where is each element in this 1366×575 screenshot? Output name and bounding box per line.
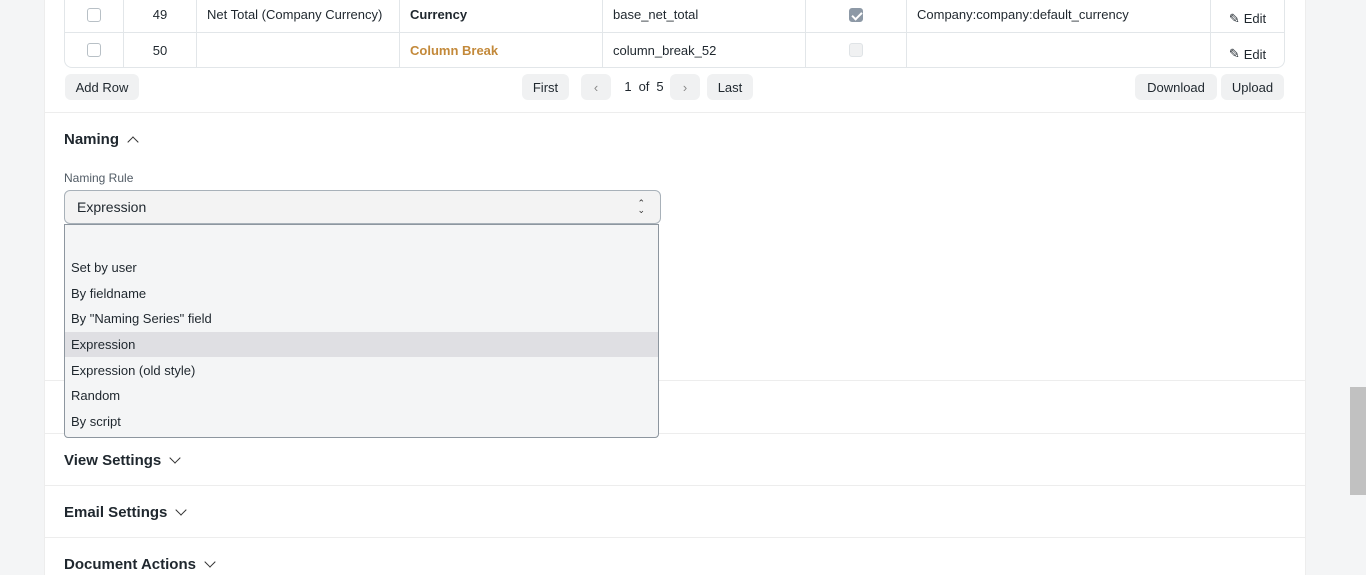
dropdown-option-selected[interactable]: Expression — [65, 331, 658, 358]
table-row[interactable]: 49 Net Total (Company Currency) Currency… — [65, 0, 1284, 32]
dropdown-option[interactable]: By fieldname — [65, 281, 658, 307]
dropdown-option[interactable]: Random — [65, 383, 658, 409]
pencil-icon: ✎ — [1228, 46, 1240, 61]
fieldname-cell[interactable]: column_break_52 — [603, 33, 806, 67]
row-number: 50 — [124, 33, 197, 67]
fieldname-cell[interactable]: base_net_total — [603, 0, 806, 32]
naming-section-header[interactable]: Naming — [64, 131, 139, 148]
dropdown-option[interactable]: By "Naming Series" field — [65, 306, 658, 332]
mandatory-checkbox[interactable] — [849, 43, 863, 57]
table-row[interactable]: 50 Column Break column_break_52 ✎ Edit — [65, 32, 1284, 67]
view-settings-section-header[interactable]: View Settings — [64, 452, 181, 469]
field-label-cell[interactable] — [197, 33, 400, 67]
last-page-button[interactable]: Last — [707, 74, 753, 100]
dropdown-option[interactable]: Expression (old style) — [65, 357, 658, 383]
chevron-up-icon — [127, 135, 139, 148]
options-cell[interactable]: Company:company:default_currency — [907, 0, 1211, 32]
current-page[interactable]: 1 — [624, 79, 631, 94]
field-type-cell[interactable]: Column Break — [400, 33, 603, 67]
chevron-down-icon — [169, 452, 181, 464]
dropdown-option[interactable]: By script — [65, 409, 658, 435]
row-number: 49 — [124, 0, 197, 32]
fields-grid: 49 Net Total (Company Currency) Currency… — [64, 0, 1285, 68]
edit-row-button[interactable]: ✎ Edit — [1229, 11, 1266, 27]
document-actions-section-header[interactable]: Document Actions — [64, 556, 216, 573]
field-label-cell[interactable]: Net Total (Company Currency) — [197, 0, 400, 32]
dropdown-option[interactable]: Set by user — [65, 255, 658, 281]
page-indicator: 1 of 5 — [614, 79, 674, 94]
section-divider — [45, 537, 1305, 538]
options-cell[interactable] — [907, 33, 1211, 67]
page-of-label: of — [638, 79, 650, 94]
naming-rule-label: Naming Rule — [64, 171, 134, 185]
naming-rule-dropdown[interactable]: Set by user By fieldname By "Naming Seri… — [64, 224, 659, 438]
select-arrows-icon: ⌃ ⌄ — [637, 198, 645, 215]
row-select-checkbox[interactable] — [87, 7, 101, 22]
row-select-checkbox[interactable] — [87, 43, 101, 57]
email-settings-title: Email Settings — [64, 504, 168, 521]
add-row-button[interactable]: Add Row — [65, 74, 139, 100]
document-actions-title: Document Actions — [64, 556, 196, 573]
page-scrollbar[interactable] — [1350, 387, 1366, 495]
naming-rule-select[interactable]: Expression ⌃ ⌄ — [64, 190, 661, 224]
email-settings-section-header[interactable]: Email Settings — [64, 504, 188, 521]
field-type-cell[interactable]: Currency — [400, 0, 603, 32]
download-button[interactable]: Download — [1135, 74, 1217, 100]
naming-section-title: Naming — [64, 131, 120, 148]
naming-rule-value: Expression — [77, 199, 147, 215]
view-settings-title: View Settings — [64, 452, 162, 469]
total-pages: 5 — [656, 79, 664, 94]
pencil-icon: ✎ — [1228, 10, 1240, 26]
chevron-down-icon — [175, 504, 188, 516]
edit-row-button[interactable]: ✎ Edit — [1229, 46, 1266, 62]
chevron-down-icon — [204, 556, 216, 568]
next-page-button[interactable]: › — [670, 74, 700, 100]
prev-page-button[interactable]: ‹ — [581, 74, 611, 100]
section-divider — [45, 112, 1305, 113]
upload-button[interactable]: Upload — [1221, 74, 1284, 100]
mandatory-checkbox[interactable] — [849, 7, 863, 22]
section-divider — [45, 485, 1305, 486]
first-page-button[interactable]: First — [522, 74, 569, 100]
